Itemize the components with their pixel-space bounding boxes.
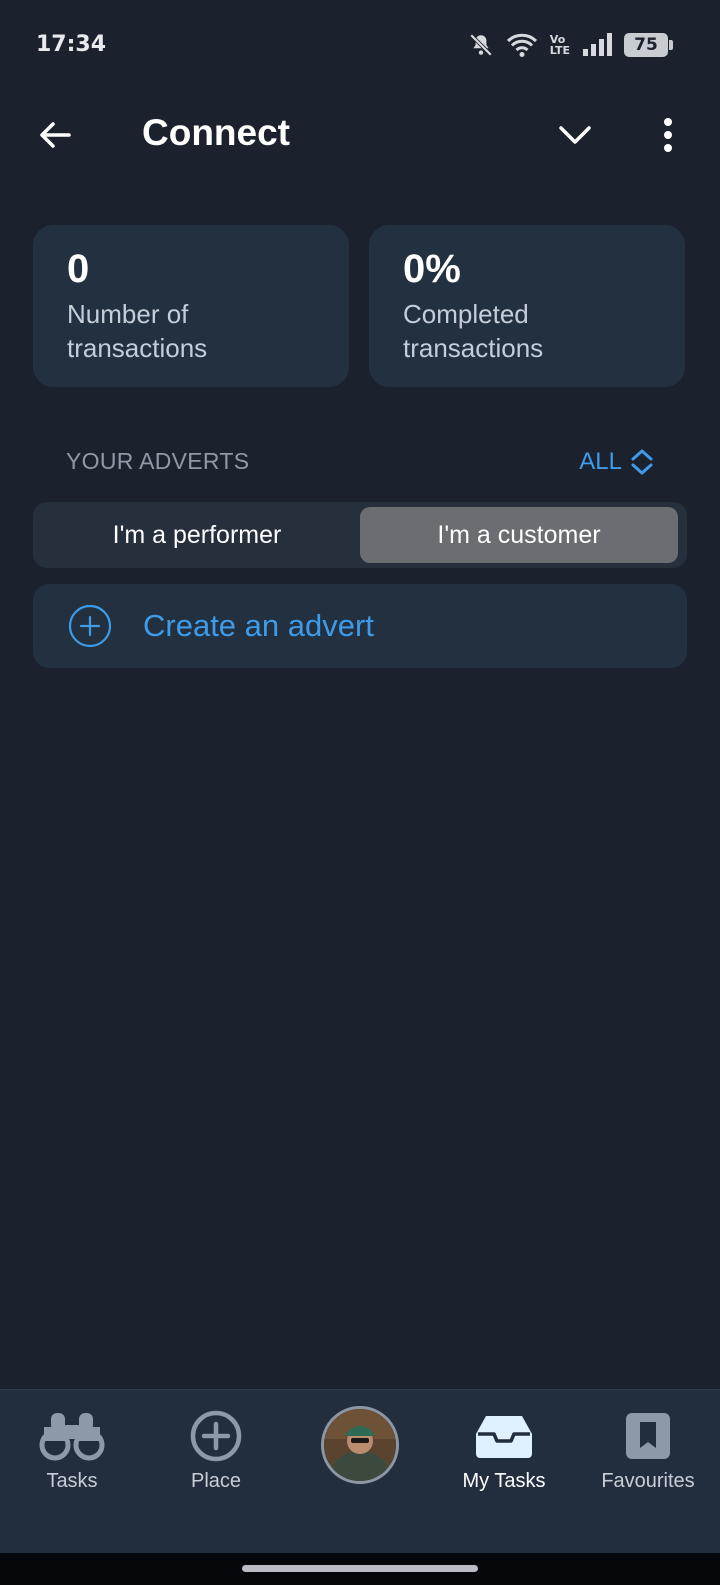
arrow-left-icon: [40, 122, 71, 148]
stat-label-line2: transactions: [403, 333, 544, 363]
adverts-filter-button[interactable]: ALL: [579, 444, 654, 480]
stat-card-transactions: 0 Number of transactions: [33, 225, 349, 387]
nav-label: Place: [190, 1470, 242, 1492]
volte-bottom: LTE: [549, 44, 570, 57]
back-button[interactable]: [30, 110, 80, 160]
inbox-icon: [474, 1408, 534, 1464]
nav-label: Favourites: [601, 1470, 695, 1492]
nav-label: Tasks: [46, 1470, 98, 1492]
gesture-handle[interactable]: [242, 1565, 478, 1572]
status-bar: 17:34 Vo LTE 75: [0, 0, 720, 90]
create-advert-button[interactable]: Create an advert: [33, 584, 687, 668]
more-vertical-icon: [664, 118, 672, 152]
nav-label: My Tasks: [462, 1470, 546, 1492]
dropdown-button[interactable]: [550, 110, 600, 160]
stat-label: Number of transactions: [67, 297, 315, 365]
stat-label-line2: transactions: [67, 333, 208, 363]
nav-profile[interactable]: [288, 1390, 432, 1520]
volte-icon: Vo LTE: [550, 34, 570, 56]
binoculars-icon: [39, 1408, 105, 1464]
chevron-down-icon: [559, 126, 591, 144]
role-segmented-control: I'm a performer I'm a customer: [33, 502, 687, 568]
segment-customer[interactable]: I'm a customer: [360, 507, 678, 563]
app-bar: Connect: [0, 90, 720, 180]
nav-place[interactable]: Place: [144, 1390, 288, 1520]
nav-favourites[interactable]: Favourites: [576, 1390, 720, 1520]
create-advert-label: Create an advert: [143, 608, 374, 643]
status-time: 17:34: [36, 32, 107, 57]
status-icons: Vo LTE 75: [468, 30, 673, 60]
plus-circle-icon: [68, 604, 112, 648]
filter-label: ALL: [579, 448, 622, 475]
wifi-icon: [506, 32, 538, 58]
signal-icon: [582, 32, 612, 58]
stat-value: 0: [67, 247, 90, 291]
nav-tasks[interactable]: Tasks: [0, 1390, 144, 1520]
bell-off-icon: [468, 32, 494, 58]
stat-label-line1: Number of: [67, 299, 189, 329]
bottom-navigation: Tasks Place My Tasks Favourites: [0, 1389, 720, 1553]
more-options-button[interactable]: [648, 110, 688, 160]
battery-icon: 75: [624, 33, 673, 57]
system-gesture-area: [0, 1553, 720, 1585]
sort-chevrons-icon: [631, 449, 653, 475]
bookmark-icon: [624, 1408, 672, 1464]
page-title: Connect: [142, 112, 290, 153]
stat-card-completed: 0% Completed transactions: [369, 225, 685, 387]
adverts-section-header: YOUR ADVERTS: [66, 448, 250, 474]
stat-label: Completed transactions: [403, 297, 651, 365]
plus-circle-icon: [189, 1408, 243, 1464]
nav-my-tasks[interactable]: My Tasks: [432, 1390, 576, 1520]
stat-value: 0%: [403, 247, 461, 291]
stat-label-line1: Completed: [403, 299, 529, 329]
avatar: [321, 1406, 399, 1484]
segment-performer[interactable]: I'm a performer: [38, 507, 356, 563]
